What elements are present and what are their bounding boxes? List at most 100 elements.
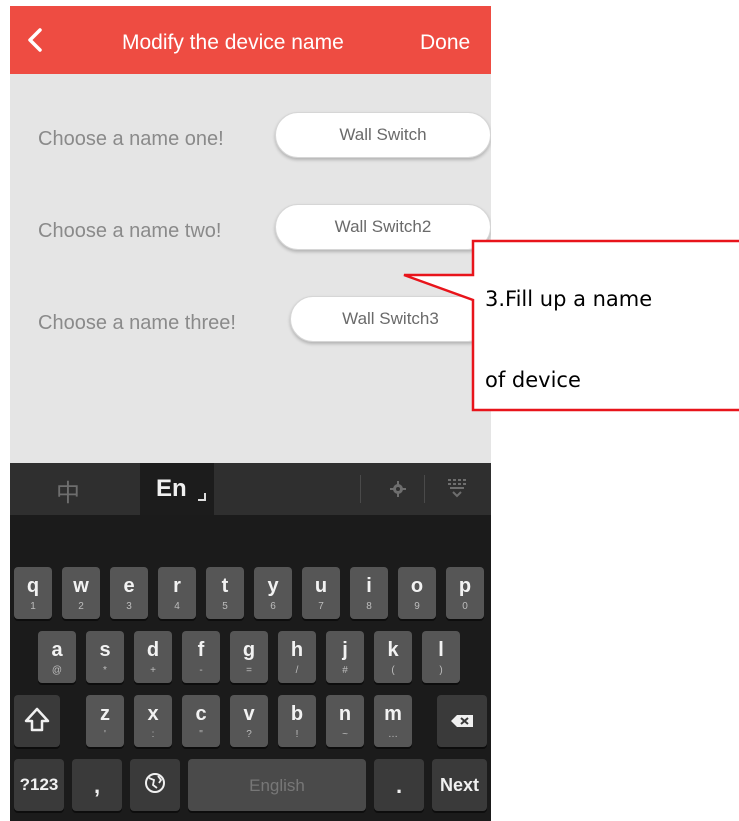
key-label: m: [384, 703, 402, 725]
keyboard-toolbar: 中 En: [10, 463, 491, 515]
key-label: g: [242, 639, 256, 661]
key-label: o: [410, 575, 424, 597]
key-secondary-label: 3: [126, 601, 132, 612]
phone-screen: Modify the device name Done Choose a nam…: [10, 6, 491, 821]
key-h[interactable]: h /: [278, 631, 316, 683]
key-secondary-label: #: [342, 665, 348, 676]
chinese-input-tab[interactable]: 中: [56, 473, 80, 508]
key-a[interactable]: a @: [38, 631, 76, 683]
soft-keyboard: 中 En q 1 w 2 e 3 r 4 t 5 y 6 u 7 i 8 o 9…: [10, 463, 491, 821]
next-key-label: Next: [439, 775, 479, 795]
top-bar: Modify the device name Done: [10, 6, 491, 74]
key-secondary-label: 6: [270, 601, 276, 612]
key-label: j: [342, 639, 348, 661]
key-r[interactable]: r4: [158, 567, 196, 619]
key-j[interactable]: j #: [326, 631, 364, 683]
done-button[interactable]: Done: [420, 31, 470, 55]
key-q[interactable]: q1: [14, 567, 52, 619]
key-secondary-label: ): [439, 665, 443, 676]
key-label: y: [267, 575, 279, 597]
key-s[interactable]: s *: [86, 631, 124, 683]
globe-icon: [145, 773, 165, 793]
back-button[interactable]: [24, 26, 48, 54]
key-label: x: [147, 703, 159, 725]
key-k[interactable]: k(: [374, 631, 412, 683]
key-label: e: [123, 575, 135, 597]
chevron-left-icon: [28, 28, 42, 52]
key-secondary-label: /: [295, 665, 299, 676]
symbols-key-label: ?123: [19, 775, 59, 794]
shift-arrow-icon: [24, 707, 50, 732]
key-secondary-label: 0: [462, 601, 468, 612]
key-secondary-label: !: [295, 729, 299, 740]
key-x[interactable]: x:: [134, 695, 172, 747]
backspace-key[interactable]: [437, 695, 487, 747]
name-three-label: Choose a name three!: [38, 312, 236, 334]
key-label: z: [100, 703, 110, 725]
key-secondary-label: @: [51, 665, 63, 676]
key-n[interactable]: n ~: [326, 695, 364, 747]
key-secondary-label: :: [151, 729, 155, 740]
key-label: c: [195, 703, 207, 725]
key-secondary-label: …: [388, 729, 398, 740]
hide-keyboard-icon[interactable]: [444, 477, 470, 499]
key-secondary-label: 7: [318, 601, 324, 612]
key-label: i: [366, 575, 372, 597]
page-title: Modify the device name: [122, 31, 344, 54]
key-label: p: [458, 575, 472, 597]
key-secondary-label: 1: [30, 601, 36, 612]
key-i[interactable]: i8: [350, 567, 388, 619]
space-key[interactable]: English: [188, 759, 366, 811]
key-label: s: [99, 639, 111, 661]
globe-key[interactable]: [130, 759, 180, 811]
name-three-input[interactable]: [290, 296, 491, 342]
key-secondary-label: 5: [222, 601, 228, 612]
key-secondary-label: 9: [414, 601, 420, 612]
key-z[interactable]: z ': [86, 695, 124, 747]
key-label: q: [26, 575, 40, 597]
key-e[interactable]: e3: [110, 567, 148, 619]
name-one-input[interactable]: [275, 112, 491, 158]
key-p[interactable]: p0: [446, 567, 484, 619]
key-label: r: [173, 575, 181, 597]
gear-icon[interactable]: [390, 481, 406, 497]
key-secondary-label: -: [199, 665, 203, 676]
key-y[interactable]: y6: [254, 567, 292, 619]
key-g[interactable]: g =: [230, 631, 268, 683]
comma-key[interactable]: ,: [72, 759, 122, 811]
key-v[interactable]: v?: [230, 695, 268, 747]
name-two-label: Choose a name two!: [38, 220, 222, 242]
key-o[interactable]: o9: [398, 567, 436, 619]
key-label: a: [51, 639, 63, 661]
key-b[interactable]: b!: [278, 695, 316, 747]
comma-key-label: ,: [93, 773, 101, 798]
annotation-text-line-2: of device: [485, 368, 581, 392]
english-input-tab[interactable]: En: [140, 463, 214, 515]
key-d[interactable]: d +: [134, 631, 172, 683]
key-secondary-label: 4: [174, 601, 180, 612]
key-u[interactable]: u7: [302, 567, 340, 619]
key-w[interactable]: w2: [62, 567, 100, 619]
key-secondary-label: 2: [78, 601, 84, 612]
key-secondary-label: +: [150, 665, 156, 676]
key-t[interactable]: t5: [206, 567, 244, 619]
key-label: w: [73, 575, 89, 597]
key-secondary-label: ": [199, 729, 203, 740]
next-key[interactable]: Next: [432, 759, 487, 811]
name-one-label: Choose a name one!: [38, 128, 224, 150]
key-label: t: [221, 575, 229, 597]
key-secondary-label: ': [104, 729, 106, 740]
backspace-icon: [451, 715, 473, 727]
symbols-key[interactable]: ?123: [14, 759, 64, 811]
key-label: u: [314, 575, 328, 597]
key-label: l: [438, 639, 444, 661]
key-secondary-label: ?: [246, 729, 252, 740]
period-key[interactable]: .: [374, 759, 424, 811]
key-m[interactable]: m…: [374, 695, 412, 747]
name-two-input[interactable]: [275, 204, 491, 250]
key-l[interactable]: l): [422, 631, 460, 683]
key-c[interactable]: c ": [182, 695, 220, 747]
annotation-text-line-1: 3.Fill up a name: [485, 287, 653, 311]
shift-key[interactable]: [14, 695, 60, 747]
key-f[interactable]: f-: [182, 631, 220, 683]
